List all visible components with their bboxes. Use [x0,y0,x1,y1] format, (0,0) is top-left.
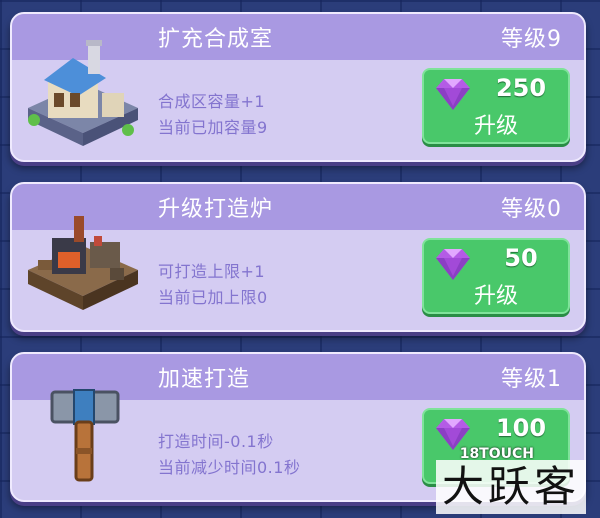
effect-text: 可打造上限+1 [158,262,266,281]
purple-gem-icon [436,79,470,110]
current-bonus-text: 当前已加上限0 [158,288,268,307]
forge-furnace-icon [18,208,148,318]
purple-gem-icon [436,249,470,280]
card-level: 等级1 [501,367,562,392]
card-title: 升级打造炉 [158,197,274,222]
upgrade-button[interactable]: 50 升级 [422,238,570,314]
card-title: 扩充合成室 [158,27,274,52]
upgrade-button[interactable]: 250 升级 [422,68,570,144]
effect-text: 合成区容量+1 [158,92,266,111]
upgrade-card-forge: 升级打造炉 等级0 可打造上限+1 当前已加上限0 50 升级 [10,182,586,332]
card-level: 等级9 [501,27,562,52]
cost-value: 250 [495,74,547,102]
effect-text: 打造时间-0.1秒 [158,432,274,451]
upgrade-button-label: 升级 [473,284,518,309]
synthesis-building-icon [18,38,148,148]
cost-value: 100 [495,414,547,442]
upgrade-button-label: 升级 [473,114,518,139]
current-bonus-text: 当前已加容量9 [158,118,268,137]
upgrade-card-expand-synthesis: 扩充合成室 等级9 合成区容量+1 当前已加容量9 250 升级 [10,12,586,162]
current-bonus-text: 当前减少时间0.1秒 [158,458,301,477]
card-level: 等级0 [501,197,562,222]
cost-value: 50 [504,244,538,272]
watermark-text: 大跃客 [435,460,586,514]
hammer-icon [18,378,148,488]
card-title: 加速打造 [158,367,251,392]
